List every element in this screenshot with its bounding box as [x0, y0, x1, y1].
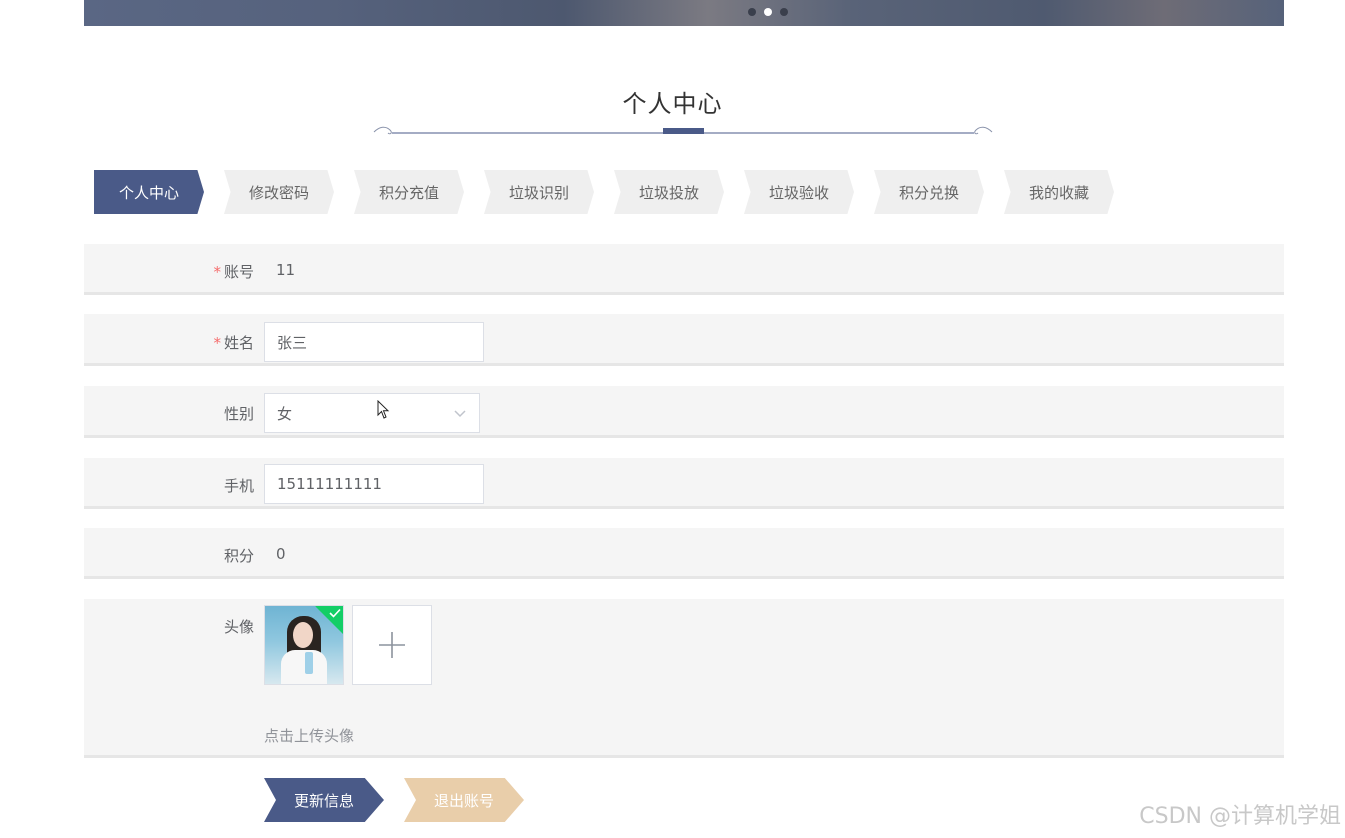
watermark: CSDN @计算机学姐 — [1139, 804, 1341, 829]
tab-garbage-disposal[interactable]: 垃圾投放 — [614, 170, 724, 214]
tab-garbage-recognition[interactable]: 垃圾识别 — [484, 170, 594, 214]
form-row-avatar: 头像 点击上传头像 — [84, 599, 1284, 758]
avatar-upload-button[interactable] — [352, 605, 432, 685]
tab-change-password[interactable]: 修改密码 — [224, 170, 334, 214]
update-info-button[interactable]: 更新信息 — [264, 778, 384, 822]
tab-garbage-inspection[interactable]: 垃圾验收 — [744, 170, 854, 214]
points-value: 0 — [276, 545, 286, 563]
phone-input[interactable]: 15111111111 — [264, 464, 484, 504]
tab-points-recharge[interactable]: 积分充值 — [354, 170, 464, 214]
name-label: * 姓名 — [213, 334, 254, 352]
name-input[interactable]: 张三 — [264, 322, 484, 362]
required-mark: * — [213, 263, 221, 281]
phone-label: 手机 — [223, 477, 254, 495]
required-mark: * — [213, 334, 221, 352]
carousel-dot-3[interactable] — [780, 8, 788, 16]
carousel-dot-2[interactable] — [764, 8, 772, 16]
title-underline-ornament — [373, 126, 993, 135]
points-label: 积分 — [223, 547, 254, 565]
mouse-cursor-icon — [377, 400, 390, 419]
form-row-gender: 性别 女 — [84, 386, 1284, 438]
tab-my-favorites[interactable]: 我的收藏 — [1004, 170, 1114, 214]
form-row-phone: 手机 15111111111 — [84, 458, 1284, 509]
chevron-down-icon — [454, 410, 466, 418]
check-icon — [329, 608, 341, 618]
carousel-dot-1[interactable] — [748, 8, 756, 16]
carousel-indicators[interactable] — [748, 8, 788, 16]
form-row-points: 积分 0 — [84, 528, 1284, 579]
gender-label: 性别 — [223, 405, 254, 423]
gender-select-value: 女 — [277, 404, 293, 423]
page-title: 个人中心 — [622, 90, 723, 118]
account-value: 11 — [276, 261, 296, 279]
form-row-account: * 账号 11 — [84, 244, 1284, 295]
avatar-image[interactable] — [264, 605, 344, 685]
avatar-label: 头像 — [223, 618, 254, 636]
upload-hint: 点击上传头像 — [264, 727, 355, 745]
tab-points-exchange[interactable]: 积分兑换 — [874, 170, 984, 214]
gender-select[interactable]: 女 — [264, 393, 480, 433]
banner-carousel[interactable] — [84, 0, 1284, 26]
tab-personal-center[interactable]: 个人中心 — [94, 170, 204, 214]
plus-icon — [379, 632, 405, 658]
account-label: * 账号 — [213, 263, 254, 281]
form-row-name: * 姓名 张三 — [84, 314, 1284, 366]
logout-button[interactable]: 退出账号 — [404, 778, 524, 822]
